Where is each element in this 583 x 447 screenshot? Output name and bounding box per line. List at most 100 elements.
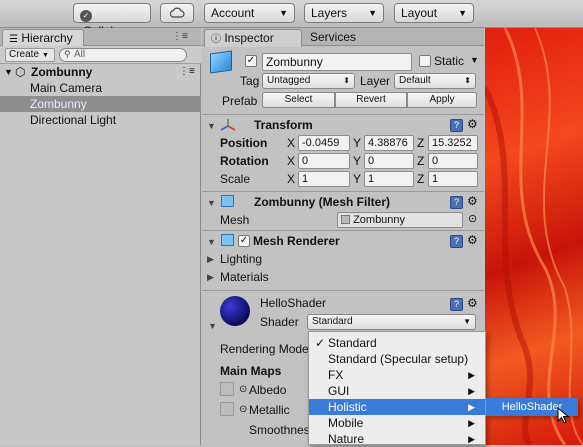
- account-dropdown[interactable]: Account ▼: [204, 3, 295, 23]
- chevron-down-icon: ▼: [42, 52, 49, 59]
- menu-item-label: Holistic: [328, 400, 367, 414]
- lighting-foldout[interactable]: Lighting: [220, 252, 262, 266]
- scale-y-field[interactable]: 1: [364, 171, 414, 187]
- layer-value: Default: [399, 75, 431, 86]
- object-name-field[interactable]: Zombunny: [262, 53, 412, 71]
- tab-hierarchy[interactable]: ☰ Hierarchy: [2, 29, 84, 47]
- scale-x-field[interactable]: 1: [298, 171, 350, 187]
- help-icon[interactable]: [450, 235, 463, 248]
- mesh-value: Zombunny: [353, 214, 406, 226]
- active-checkbox[interactable]: ✓: [245, 55, 257, 67]
- layer-dropdown[interactable]: Default ⬍: [394, 73, 476, 89]
- axis-z-label: Z: [417, 172, 425, 186]
- collapse-arrow-icon[interactable]: ▼: [207, 237, 216, 247]
- tab-inspector[interactable]: ⓘ Inspector: [204, 29, 302, 47]
- object-name-value: Zombunny: [266, 55, 323, 69]
- collapse-arrow-icon[interactable]: ▼: [208, 321, 217, 331]
- menu-item-standard[interactable]: ✓ Standard: [309, 335, 485, 351]
- expand-arrow-icon[interactable]: ▶: [207, 272, 214, 283]
- tab-services[interactable]: Services: [310, 30, 356, 44]
- mesh-renderer-enabled-checkbox[interactable]: ✓: [238, 235, 250, 247]
- gear-icon[interactable]: ⚙: [467, 117, 478, 131]
- hierarchy-toolbar: Create ▼ ⚲ All: [0, 46, 201, 64]
- rotation-x-field[interactable]: 0: [298, 153, 350, 169]
- rotation-z-field[interactable]: 0: [428, 153, 478, 169]
- metallic-texture-slot[interactable]: [220, 402, 234, 416]
- chevron-down-icon: ▼: [463, 317, 471, 326]
- mouse-cursor-icon: [557, 407, 570, 424]
- menu-item-label: Standard: [328, 336, 377, 350]
- rotation-label: Rotation: [220, 154, 269, 168]
- prefab-apply-button[interactable]: Apply: [407, 92, 477, 108]
- hierarchy-item-directional-light[interactable]: Directional Light: [0, 112, 201, 128]
- scale-y-value: 1: [368, 173, 375, 185]
- scene-menu-icon[interactable]: ⋮≡: [179, 64, 195, 80]
- help-icon[interactable]: [450, 196, 463, 209]
- tag-dropdown[interactable]: Untagged ⬍: [262, 73, 355, 89]
- object-picker-icon[interactable]: ⊙: [239, 404, 247, 415]
- position-y-field[interactable]: 4.38876: [364, 135, 414, 151]
- menu-item-mobile[interactable]: Mobile ▶: [309, 415, 485, 431]
- menu-item-label: Nature: [328, 432, 365, 446]
- static-checkbox[interactable]: [419, 55, 431, 67]
- mesh-filter-component: ▼ Zombunny (Mesh Filter) ⚙ Mesh Zombunny…: [202, 191, 484, 231]
- expand-arrow-icon[interactable]: ▶: [207, 254, 214, 265]
- collab-button[interactable]: ✓ Collab▼: [73, 3, 151, 38]
- create-button[interactable]: Create ▼: [5, 48, 55, 62]
- static-label: Static: [434, 54, 465, 68]
- layers-dropdown[interactable]: Layers ▼: [304, 3, 384, 23]
- prefab-revert-button[interactable]: Revert: [335, 92, 407, 108]
- materials-foldout[interactable]: Materials: [220, 270, 269, 284]
- menu-item-holistic[interactable]: Holistic ▶: [309, 399, 485, 415]
- albedo-texture-slot[interactable]: [220, 382, 234, 396]
- hierarchy-item-zombunny[interactable]: Zombunny: [0, 96, 201, 112]
- hierarchy-item-main-camera[interactable]: Main Camera: [0, 80, 201, 96]
- mesh-filter-title: Zombunny (Mesh Filter): [254, 195, 390, 209]
- object-picker-icon[interactable]: ⊙: [468, 212, 477, 225]
- rotation-y-value: 0: [368, 155, 375, 167]
- gear-icon[interactable]: ⚙: [467, 233, 478, 247]
- menu-item-gui[interactable]: GUI ▶: [309, 383, 485, 399]
- position-x-field[interactable]: -0.0459: [298, 135, 350, 151]
- position-label: Position: [220, 136, 268, 150]
- cloud-icon: [169, 7, 185, 18]
- panel-menu-icon[interactable]: ⋮≡: [172, 31, 188, 42]
- help-icon[interactable]: [450, 119, 463, 132]
- unity-logo-icon: ⬡: [15, 65, 26, 79]
- menu-item-standard-specular[interactable]: Standard (Specular setup): [309, 351, 485, 367]
- shader-dropdown[interactable]: Standard ▼: [307, 314, 476, 330]
- gear-icon[interactable]: ⚙: [467, 296, 478, 310]
- collapse-arrow-icon[interactable]: ▼: [207, 121, 216, 131]
- hierarchy-item-label: Zombunny: [30, 97, 87, 111]
- help-icon[interactable]: [450, 298, 463, 311]
- menu-item-fx[interactable]: FX ▶: [309, 367, 485, 383]
- layout-dropdown[interactable]: Layout ▼: [394, 3, 474, 23]
- tag-label: Tag: [240, 74, 260, 88]
- cloud-button[interactable]: [160, 3, 194, 23]
- axis-y-label: Y: [353, 154, 362, 168]
- mesh-object-field[interactable]: Zombunny: [337, 212, 463, 228]
- gameobject-cube-icon: [210, 50, 232, 74]
- hierarchy-search-field[interactable]: ⚲ All: [59, 48, 187, 62]
- hierarchy-tab-label: Hierarchy: [21, 31, 73, 45]
- prefab-select-button[interactable]: Select: [262, 92, 335, 108]
- mesh-grid-icon: [341, 215, 350, 224]
- menu-item-label: FX: [328, 368, 344, 382]
- scene-row[interactable]: ▼ ⬡ Zombunny ⋮≡: [0, 64, 201, 80]
- axis-y-label: Y: [353, 136, 362, 150]
- rotation-y-field[interactable]: 0: [364, 153, 414, 169]
- main-maps-label: Main Maps: [220, 364, 282, 378]
- submenu-arrow-icon: ▶: [468, 418, 475, 428]
- static-dropdown-icon[interactable]: ▼: [470, 55, 479, 65]
- search-placeholder: All: [74, 49, 86, 60]
- chevron-down-icon: ▼: [279, 8, 288, 18]
- object-picker-icon[interactable]: ⊙: [239, 384, 247, 395]
- axis-x-label: X: [287, 154, 296, 168]
- gear-icon[interactable]: ⚙: [467, 194, 478, 208]
- dropdown-arrows-icon: ⬍: [464, 76, 471, 85]
- collapse-arrow-icon[interactable]: ▼: [207, 198, 216, 208]
- prefab-label: Prefab: [222, 94, 258, 108]
- transform-axes-icon: [220, 119, 236, 131]
- position-z-field[interactable]: 15.3252: [428, 135, 478, 151]
- scale-z-field[interactable]: 1: [428, 171, 478, 187]
